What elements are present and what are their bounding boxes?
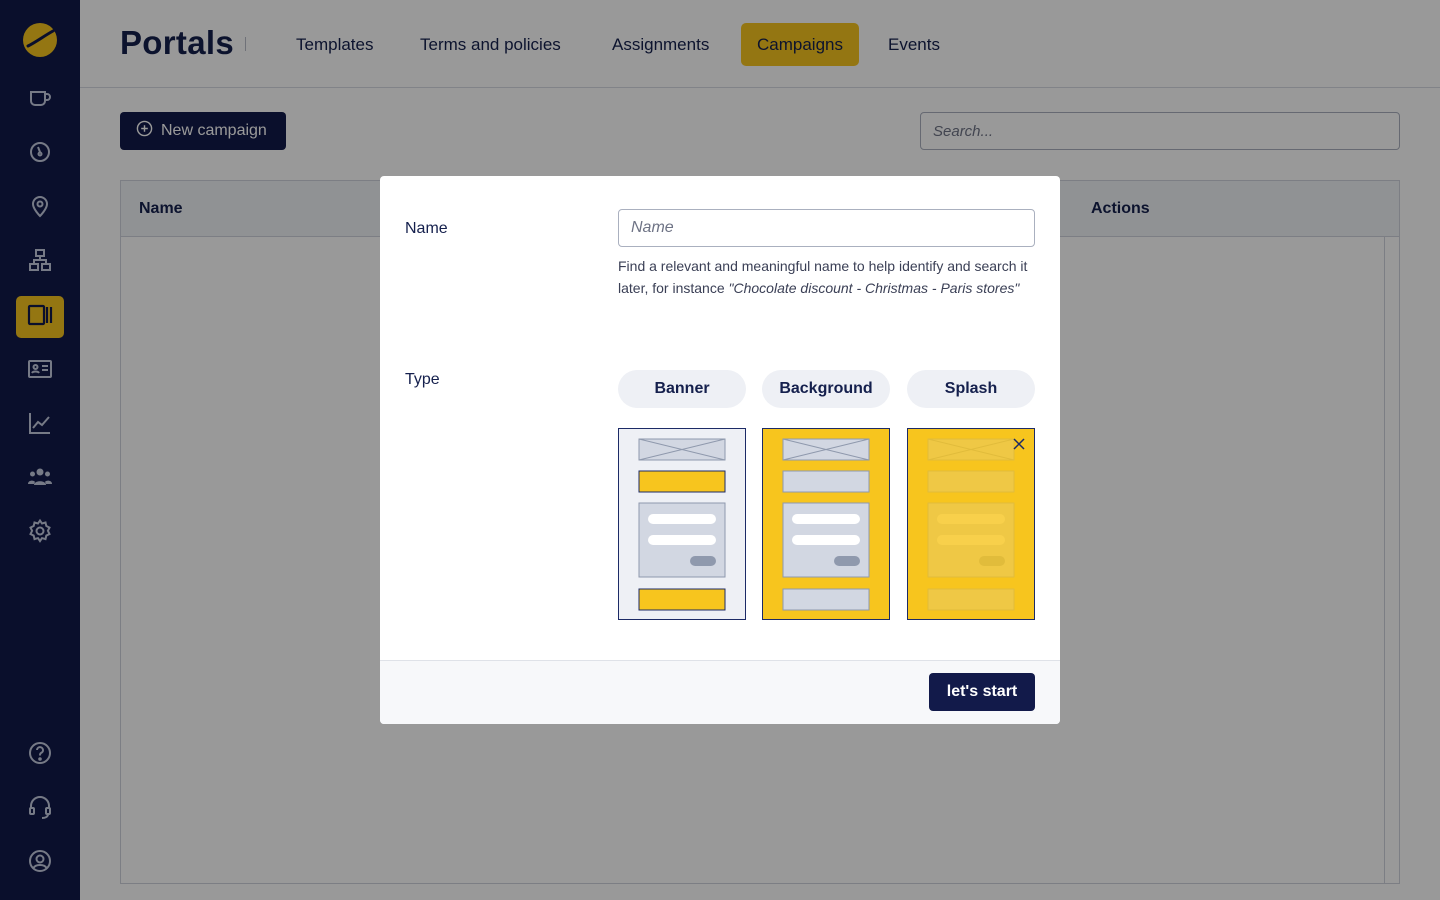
type-background-button[interactable]: Background bbox=[762, 370, 890, 408]
type-label: Type bbox=[405, 371, 440, 388]
name-help-text: Find a relevant and meaningful name to h… bbox=[618, 256, 1038, 299]
type-background-preview[interactable] bbox=[762, 428, 890, 620]
type-splash-preview[interactable] bbox=[907, 428, 1035, 620]
type-banner-preview[interactable] bbox=[618, 428, 746, 620]
type-banner-button[interactable]: Banner bbox=[618, 370, 746, 408]
new-campaign-modal: Name Find a relevant and meaningful name… bbox=[380, 176, 1060, 724]
lets-start-button[interactable]: let's start bbox=[929, 673, 1035, 711]
help-text-example: "Chocolate discount - Christmas - Paris … bbox=[728, 279, 1020, 296]
campaign-name-input[interactable] bbox=[618, 209, 1035, 247]
type-splash-button[interactable]: Splash bbox=[907, 370, 1035, 408]
modal-footer: let's start bbox=[380, 660, 1060, 724]
name-label: Name bbox=[405, 220, 448, 237]
